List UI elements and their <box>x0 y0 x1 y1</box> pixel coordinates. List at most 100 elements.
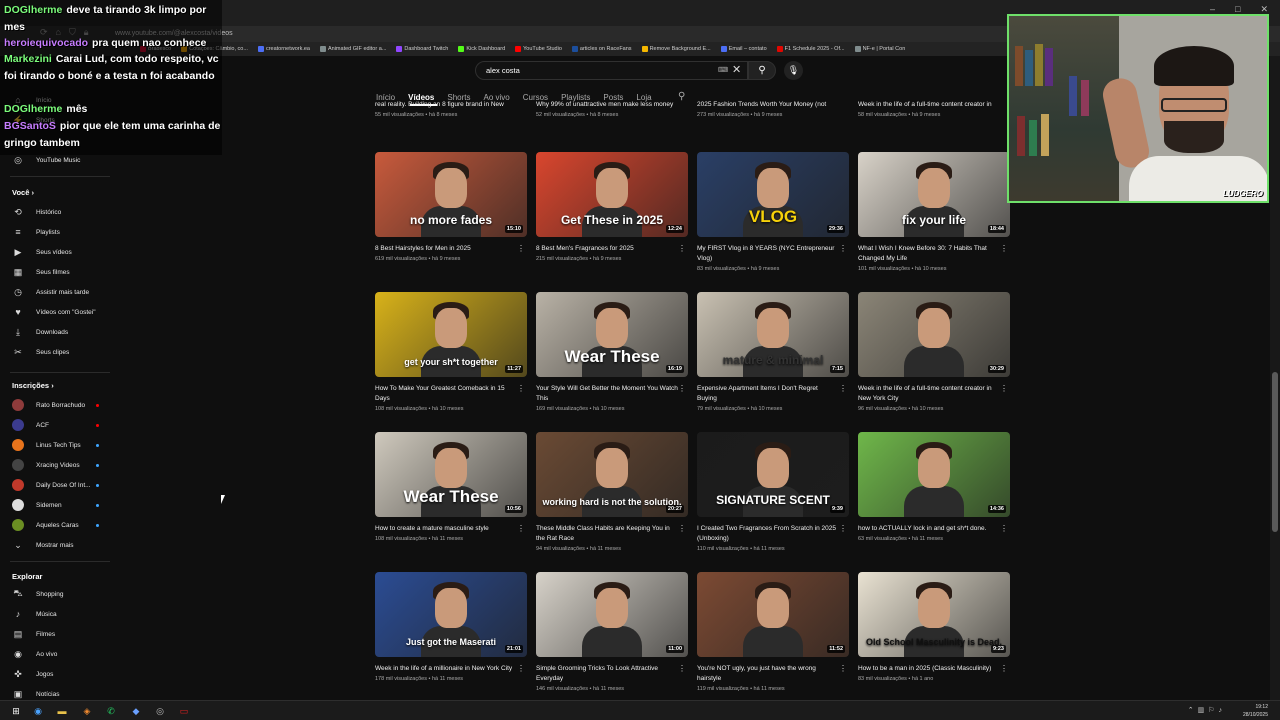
video-thumbnail[interactable]: working hard is not the solution. 20:27 <box>536 432 688 517</box>
system-tray[interactable]: ⌃▥⚐♪ <box>1188 706 1226 714</box>
scrollbar-thumb[interactable] <box>1272 372 1278 532</box>
file-explorer-icon[interactable]: ▬ <box>55 704 69 718</box>
more-options-icon[interactable]: ⋮ <box>839 384 847 393</box>
sidebar-item-shopping[interactable]: ⛍ Shopping <box>12 586 63 602</box>
video-card-partial[interactable]: real reality. Building an 8 figure brand… <box>375 100 527 118</box>
video-card-partial[interactable]: Week in the life of a full-time content … <box>858 100 1010 118</box>
video-thumbnail[interactable]: Old School Masculinity is Dead. 9:23 <box>858 572 1010 657</box>
video-thumbnail[interactable]: Wear These 10:56 <box>375 432 527 517</box>
video-card[interactable]: 14:36 how to ACTUALLY lock in and get sh*… <box>858 432 1010 542</box>
video-card[interactable]: VLOG 29:36 My FIRST Vlog in 8 YEARS (NYC E… <box>697 152 849 272</box>
more-options-icon[interactable]: ⋮ <box>678 244 686 253</box>
video-thumbnail[interactable]: SIGNATURE SCENT 9:39 <box>697 432 849 517</box>
sidebar-subscription[interactable]: Xracing Videos <box>12 457 80 473</box>
video-thumbnail[interactable]: Get These in 2025 12:24 <box>536 152 688 237</box>
video-card[interactable]: mature & minimal 7:15 Expensive Apartment … <box>697 292 849 412</box>
sidebar-subscription[interactable]: Sidemen <box>12 497 62 513</box>
sidebar-subscription[interactable]: Aqueles Caras <box>12 517 79 533</box>
video-thumbnail[interactable]: get your sh*t together 11:27 <box>375 292 527 377</box>
video-card[interactable]: Get These in 2025 12:24 8 Best Men's Fragr… <box>536 152 688 262</box>
app-orange-icon[interactable]: ◈ <box>80 704 94 718</box>
video-card[interactable]: Wear These 16:19 Your Style Will Get Bette… <box>536 292 688 412</box>
more-options-icon[interactable]: ⋮ <box>839 244 847 253</box>
more-options-icon[interactable]: ⋮ <box>678 524 686 533</box>
video-card[interactable]: Just got the Maserati 21:01 Week in the li… <box>375 572 527 682</box>
search-button[interactable]: ⚲ <box>748 61 776 80</box>
subscriptions-heading[interactable]: Inscrições › <box>12 381 54 390</box>
video-card[interactable]: working hard is not the solution. 20:27 Th… <box>536 432 688 552</box>
more-options-icon[interactable]: ⋮ <box>678 384 686 393</box>
video-card[interactable]: 30:29 Week in the life of a full-time con… <box>858 292 1010 412</box>
sidebar-subscription[interactable]: Daily Dose Of Int... <box>12 477 91 493</box>
video-thumbnail[interactable]: Wear These 16:19 <box>536 292 688 377</box>
sidebar-item-music[interactable]: ♪ Música <box>12 606 57 622</box>
video-card[interactable]: no more fades 15:10 8 Best Hairstyles for … <box>375 152 527 262</box>
bookmark-item[interactable]: articles on RaceFans <box>571 46 632 52</box>
video-thumbnail[interactable]: 11:52 <box>697 572 849 657</box>
sidebar-item-gaming[interactable]: ✜ Jogos <box>12 666 53 682</box>
video-thumbnail[interactable]: Just got the Maserati 21:01 <box>375 572 527 657</box>
app-red-icon[interactable]: ▭ <box>177 704 191 718</box>
app-blue-icon[interactable]: ◆ <box>129 704 143 718</box>
bookmark-item[interactable]: Dashboard Twitch <box>396 46 448 52</box>
more-options-icon[interactable]: ⋮ <box>1000 244 1008 253</box>
bookmark-item[interactable]: F1 Schedule 2025 - Of... <box>776 46 845 52</box>
more-options-icon[interactable]: ⋮ <box>517 244 525 253</box>
more-options-icon[interactable]: ⋮ <box>839 664 847 673</box>
video-card[interactable]: fix your life 18:44 What I Wish I Knew Bef… <box>858 152 1010 272</box>
bookmark-item[interactable]: YouTube Studio <box>515 46 562 52</box>
sidebar-item-downloads[interactable]: ⤓ Downloads <box>12 324 68 340</box>
video-card[interactable]: SIGNATURE SCENT 9:39 I Created Two Fragran… <box>697 432 849 552</box>
clock[interactable]: 19:12 28/10/2025 <box>1243 703 1268 719</box>
show-more-button[interactable]: ⌄ Mostrar mais <box>12 537 73 553</box>
sidebar-item-liked[interactable]: ♥ Vídeos com "Gostei" <box>12 304 95 320</box>
sidebar-subscription[interactable]: ACF <box>12 417 49 433</box>
bookmark-item[interactable]: Remove Background E... <box>641 46 711 52</box>
video-thumbnail[interactable]: no more fades 15:10 <box>375 152 527 237</box>
browser-taskbar-icon[interactable]: ◉ <box>31 704 45 718</box>
obs-icon[interactable]: ◎ <box>153 704 167 718</box>
more-options-icon[interactable]: ⋮ <box>1000 664 1008 673</box>
bookmark-item[interactable]: Email – contato <box>720 46 767 52</box>
sidebar-item-clips[interactable]: ✂ Seus clipes <box>12 344 69 360</box>
sidebar-subscription[interactable]: Rato Borrachudo <box>12 397 85 413</box>
video-card[interactable]: 11:52 You're NOT ugly, you just have the … <box>697 572 849 692</box>
video-thumbnail[interactable]: VLOG 29:36 <box>697 152 849 237</box>
clear-search-icon[interactable]: ✕ <box>732 63 741 76</box>
more-options-icon[interactable]: ⋮ <box>517 384 525 393</box>
video-card-partial[interactable]: Why 99% of unattractive men make less mo… <box>536 100 688 118</box>
search-input[interactable]: alex costa <box>475 61 748 80</box>
bookmark-item[interactable]: Animated GIF editor a... <box>319 46 386 52</box>
sidebar-item-movies[interactable]: ▤ Filmes <box>12 626 55 642</box>
sidebar-item-your-videos[interactable]: ▶ Seus vídeos <box>12 244 72 260</box>
video-thumbnail[interactable]: fix your life 18:44 <box>858 152 1010 237</box>
sidebar-item-history[interactable]: ⟲ Histórico <box>12 204 61 220</box>
video-card-partial[interactable]: 2025 Fashion Trends Worth Your Money (no… <box>697 100 849 118</box>
video-thumbnail[interactable]: 11:00 <box>536 572 688 657</box>
windows-start-icon[interactable]: ⊞ <box>9 704 23 718</box>
video-card[interactable]: Wear These 10:56 How to create a mature ma… <box>375 432 527 542</box>
bookmark-item[interactable]: creatornetwork.ea <box>257 46 310 52</box>
video-thumbnail[interactable]: mature & minimal 7:15 <box>697 292 849 377</box>
you-heading[interactable]: Você › <box>12 188 34 197</box>
more-options-icon[interactable]: ⋮ <box>1000 524 1008 533</box>
more-options-icon[interactable]: ⋮ <box>678 664 686 673</box>
sidebar-item-your-movies[interactable]: ▦ Seus filmes <box>12 264 70 280</box>
video-thumbnail[interactable]: 14:36 <box>858 432 1010 517</box>
video-card[interactable]: Old School Masculinity is Dead. 9:23 How t… <box>858 572 1010 682</box>
sidebar-item-live[interactable]: ◉ Ao vivo <box>12 646 57 662</box>
keyboard-icon[interactable]: ⌨ <box>718 66 728 74</box>
sidebar-item-watch-later[interactable]: ◷ Assistir mais tarde <box>12 284 89 300</box>
video-card[interactable]: 11:00 Simple Grooming Tricks To Look Attr… <box>536 572 688 692</box>
bookmark-item[interactable]: NF-e | Portal Con <box>854 46 905 52</box>
more-options-icon[interactable]: ⋮ <box>1000 384 1008 393</box>
bookmark-item[interactable]: Kick Dashboard <box>458 46 505 52</box>
voice-search-button[interactable]: 🎙︎ <box>784 61 803 80</box>
video-card[interactable]: get your sh*t together 11:27 How To Make Y… <box>375 292 527 412</box>
url-field[interactable]: www.youtube.com/@alexcosta/videos <box>115 28 995 39</box>
sidebar-item-playlists[interactable]: ≡ Playlists <box>12 224 59 240</box>
video-thumbnail[interactable]: 30:29 <box>858 292 1010 377</box>
more-options-icon[interactable]: ⋮ <box>839 524 847 533</box>
whatsapp-icon[interactable]: ✆ <box>104 704 118 718</box>
sidebar-subscription[interactable]: Linus Tech Tips <box>12 437 81 453</box>
